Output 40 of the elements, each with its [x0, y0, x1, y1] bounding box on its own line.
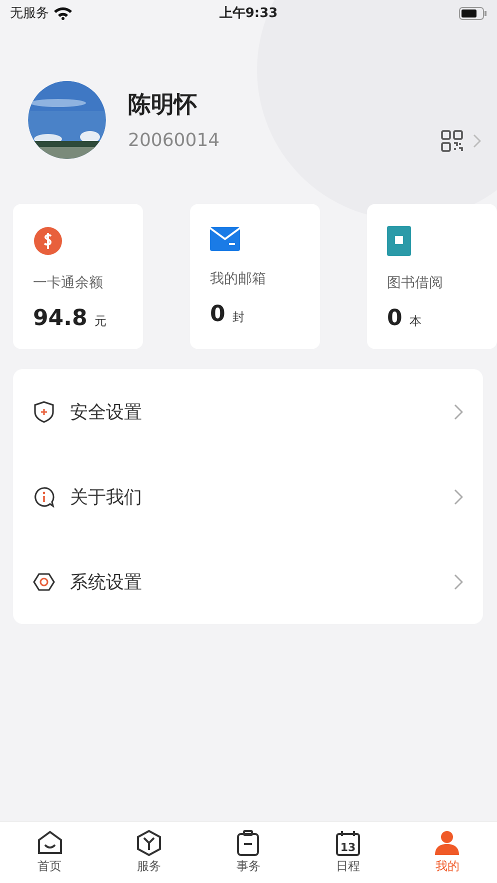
tab-item[interactable]: 13 日程: [318, 830, 378, 875]
envelope-icon: [210, 226, 240, 252]
menu-item[interactable]: 系统设置: [13, 539, 483, 624]
carrier-text: 无服务: [10, 5, 49, 22]
menu-item[interactable]: 安全设置: [13, 369, 483, 454]
menu-item[interactable]: 关于我们: [13, 454, 483, 539]
shield-icon: [33, 400, 55, 422]
info-icon: [33, 486, 55, 508]
card-value: 0: [387, 306, 402, 331]
chevron-right-icon: [454, 574, 463, 590]
stat-card[interactable]: 我的邮箱 0 封: [190, 204, 320, 349]
tab-item[interactable]: 事务: [218, 830, 278, 875]
wifi-icon: [54, 6, 72, 20]
card-unit: 元: [94, 313, 106, 330]
cube-icon: [136, 830, 162, 856]
book-icon: [387, 226, 413, 256]
user-name: 陈明怀: [128, 90, 198, 120]
hexagon-icon: [33, 570, 55, 592]
card-unit: 封: [232, 309, 244, 326]
chevron-right-icon: [454, 488, 463, 504]
stat-card[interactable]: 一卡通余额 94.8 元: [13, 204, 143, 349]
home-icon: [36, 830, 63, 856]
card-value: 94.8: [33, 306, 88, 331]
chevron-right-icon: [454, 404, 463, 420]
clipboard-icon: [235, 830, 262, 856]
calendar-icon: 13: [334, 830, 361, 856]
qr-code-icon[interactable]: [441, 130, 463, 152]
tab-item[interactable]: 首页: [20, 830, 80, 875]
tab-item[interactable]: 服务: [119, 830, 180, 875]
stat-card[interactable]: 图书借阅 0 本: [367, 204, 497, 349]
card-label: 图书借阅: [387, 274, 444, 292]
person-icon: [434, 830, 460, 856]
card-label: 我的邮箱: [210, 270, 267, 288]
user-id: 20060014: [128, 130, 220, 151]
card-unit: 本: [409, 313, 422, 330]
battery-icon: [459, 6, 487, 20]
card-value: 0: [210, 302, 226, 327]
coin-icon: [33, 226, 63, 256]
clock-text: 上午9:33: [219, 5, 278, 22]
card-label: 一卡通余额: [33, 274, 104, 292]
